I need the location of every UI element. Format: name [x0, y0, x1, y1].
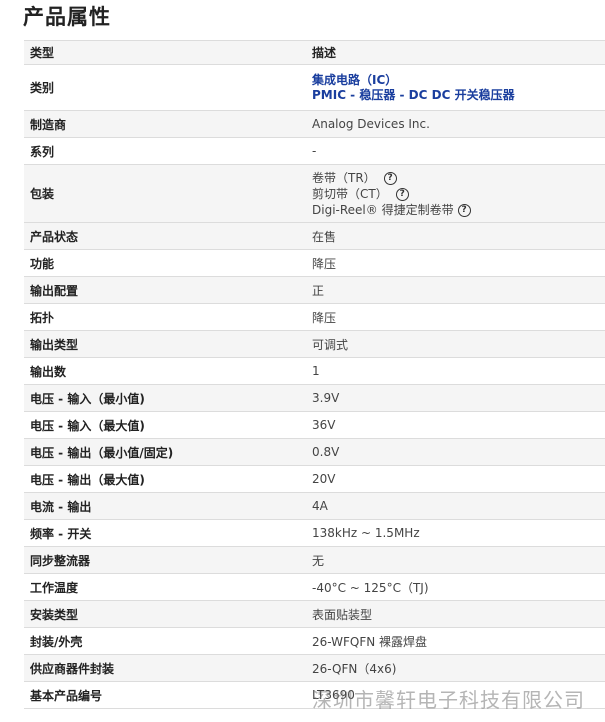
packaging-option-label: 卷带（TR）: [312, 170, 376, 185]
row-value: 降压: [306, 303, 605, 331]
table-row: 同步整流器无: [24, 546, 605, 574]
row-value: 4A: [306, 492, 605, 520]
table-row: 拓扑 降压: [24, 303, 605, 331]
table-row: 系列 -: [24, 137, 605, 165]
row-label: 频率 - 开关: [24, 519, 306, 547]
question-circle-icon[interactable]: ?: [395, 187, 409, 201]
row-value: -: [306, 137, 605, 165]
table-row: 输出数 1: [24, 357, 605, 385]
row-value: 集成电路（IC） PMIC - 稳压器 - DC DC 开关稳压器: [306, 64, 605, 111]
row-value: 在售: [306, 222, 605, 250]
page-title: 产品属性: [23, 5, 111, 29]
table-header-row: 类型 描述: [24, 40, 605, 65]
table-row: 电流 - 输出 4A: [24, 492, 605, 520]
row-label: 包装: [24, 164, 306, 223]
table-row: 功能 降压: [24, 249, 605, 277]
row-value: 降压: [306, 249, 605, 277]
row-value: 表面贴装型: [306, 600, 605, 628]
row-value: 无: [306, 546, 605, 574]
row-value: 卷带（TR）? 剪切带（CT）? Digi-Reel® 得捷定制卷带?: [306, 164, 605, 223]
row-label: 功能: [24, 249, 306, 277]
row-value: 3.9V: [306, 384, 605, 412]
watermark: 深圳市馨轩电子科技有限公司: [312, 688, 585, 712]
table-row: 输出类型 可调式: [24, 330, 605, 358]
table-row: 电压 - 输出（最小值/固定) 0.8V: [24, 438, 605, 466]
row-value: 20V: [306, 465, 605, 493]
row-label: 产品状态: [24, 222, 306, 250]
question-circle-icon[interactable]: ?: [383, 171, 397, 185]
row-label: 拓扑: [24, 303, 306, 331]
row-label: 电压 - 输入（最大值): [24, 411, 306, 439]
row-value: Analog Devices Inc.: [306, 110, 605, 138]
row-value: 26-WFQFN 裸露焊盘: [306, 627, 605, 655]
packaging-option-ct: 剪切带（CT）?: [312, 186, 605, 202]
product-attributes-table: 类型 描述 类别 集成电路（IC） PMIC - 稳压器 - DC DC 开关稳…: [24, 40, 605, 709]
row-label: 同步整流器: [24, 546, 306, 574]
table-row: 安装类型 表面贴装型: [24, 600, 605, 628]
row-value: 26-QFN（4x6): [306, 654, 605, 682]
row-label: 输出配置: [24, 276, 306, 304]
row-label: 系列: [24, 137, 306, 165]
row-label: 供应商器件封装: [24, 654, 306, 682]
table-row: 输出配置正: [24, 276, 605, 304]
row-label: 电压 - 输出（最大值): [24, 465, 306, 493]
header-type: 类型: [24, 40, 306, 65]
table-row: 工作温度 -40°C ~ 125°C（TJ): [24, 573, 605, 601]
category-link-pmic[interactable]: PMIC - 稳压器 - DC DC 开关稳压器: [312, 88, 605, 103]
packaging-option-digireel: Digi-Reel® 得捷定制卷带?: [312, 202, 605, 218]
table-row: 类别 集成电路（IC） PMIC - 稳压器 - DC DC 开关稳压器: [24, 64, 605, 111]
row-label: 电流 - 输出: [24, 492, 306, 520]
row-value: 可调式: [306, 330, 605, 358]
row-label: 电压 - 输入（最小值): [24, 384, 306, 412]
row-value: -40°C ~ 125°C（TJ): [306, 573, 605, 601]
table-row: 产品状态 在售: [24, 222, 605, 250]
row-label: 安装类型: [24, 600, 306, 628]
row-label: 输出数: [24, 357, 306, 385]
table-row: 封装/外壳 26-WFQFN 裸露焊盘: [24, 627, 605, 655]
header-description: 描述: [306, 40, 605, 65]
table-row: 电压 - 输入（最大值) 36V: [24, 411, 605, 439]
table-row: 电压 - 输入（最小值) 3.9V: [24, 384, 605, 412]
category-link-ic[interactable]: 集成电路（IC）: [312, 73, 605, 88]
row-value: 36V: [306, 411, 605, 439]
packaging-option-label: Digi-Reel® 得捷定制卷带: [312, 202, 454, 217]
question-circle-icon[interactable]: ?: [457, 203, 471, 217]
row-label: 电压 - 输出（最小值/固定): [24, 438, 306, 466]
row-label: 封装/外壳: [24, 627, 306, 655]
packaging-option-tr: 卷带（TR）?: [312, 170, 605, 186]
row-value: 正: [306, 276, 605, 304]
packaging-option-label: 剪切带（CT）: [312, 186, 388, 201]
table-row: 电压 - 输出（最大值) 20V: [24, 465, 605, 493]
table-row: 包装 卷带（TR）? 剪切带（CT）? Digi-Reel® 得捷定制卷带?: [24, 164, 605, 223]
row-value: 138kHz ~ 1.5MHz: [306, 519, 605, 547]
table-row: 供应商器件封装 26-QFN（4x6): [24, 654, 605, 682]
row-label: 制造商: [24, 110, 306, 138]
row-label: 基本产品编号: [24, 681, 306, 709]
table-row: 频率 - 开关 138kHz ~ 1.5MHz: [24, 519, 605, 547]
row-value: 0.8V: [306, 438, 605, 466]
row-label: 工作温度: [24, 573, 306, 601]
row-label: 类别: [24, 64, 306, 111]
table-row: 制造商 Analog Devices Inc.: [24, 110, 605, 138]
row-label: 输出类型: [24, 330, 306, 358]
row-value: 1: [306, 357, 605, 385]
